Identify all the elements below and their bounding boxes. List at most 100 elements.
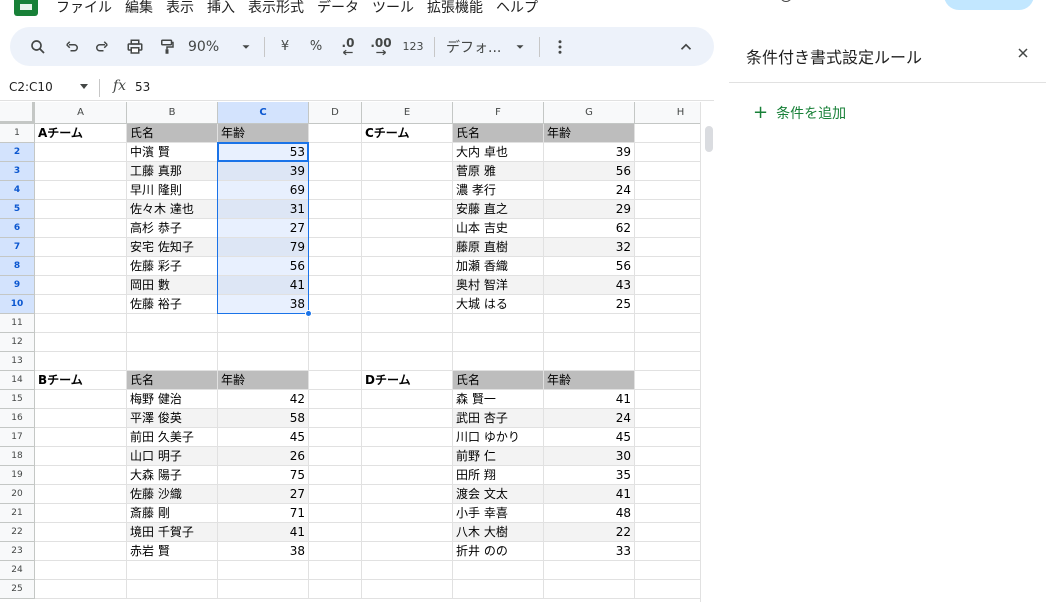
- empty-cell[interactable]: [218, 561, 309, 580]
- empty-cell[interactable]: [309, 447, 362, 466]
- empty-cell[interactable]: [35, 447, 127, 466]
- decrease-decimal-button[interactable]: .0: [335, 27, 361, 66]
- empty-cell[interactable]: [635, 504, 700, 523]
- percent-format-button[interactable]: %: [305, 27, 327, 66]
- empty-cell[interactable]: [309, 542, 362, 561]
- name-cell[interactable]: 佐藤 裕子: [127, 295, 218, 314]
- name-cell[interactable]: 佐藤 彩子: [127, 257, 218, 276]
- age-cell[interactable]: 56: [544, 162, 635, 181]
- empty-cell[interactable]: [309, 276, 362, 295]
- name-cell[interactable]: 平澤 俊英: [127, 409, 218, 428]
- empty-cell[interactable]: [35, 466, 127, 485]
- column-header-h[interactable]: H: [635, 102, 700, 124]
- name-box-caret-icon[interactable]: [80, 84, 88, 89]
- empty-cell[interactable]: [635, 447, 700, 466]
- age-cell[interactable]: 41: [218, 276, 309, 295]
- empty-cell[interactable]: [309, 371, 362, 390]
- empty-cell[interactable]: [635, 276, 700, 295]
- empty-cell[interactable]: [35, 542, 127, 561]
- empty-cell[interactable]: [635, 580, 700, 599]
- empty-cell[interactable]: [635, 390, 700, 409]
- empty-cell[interactable]: [309, 124, 362, 143]
- row-header-8[interactable]: 8: [0, 257, 35, 276]
- empty-cell[interactable]: [362, 295, 453, 314]
- empty-cell[interactable]: [35, 276, 127, 295]
- age-header-cell[interactable]: 年齢: [544, 371, 635, 390]
- age-cell[interactable]: 38: [218, 295, 309, 314]
- name-cell[interactable]: 折井 のの: [453, 542, 544, 561]
- empty-cell[interactable]: [35, 428, 127, 447]
- empty-cell[interactable]: [635, 523, 700, 542]
- empty-cell[interactable]: [453, 314, 544, 333]
- more-formats-button[interactable]: 123: [400, 27, 426, 66]
- team-label-cell[interactable]: Dチーム: [362, 371, 453, 390]
- name-cell[interactable]: 奥村 智洋: [453, 276, 544, 295]
- empty-cell[interactable]: [309, 257, 362, 276]
- empty-cell[interactable]: [309, 409, 362, 428]
- empty-cell[interactable]: [362, 504, 453, 523]
- paint-format-button[interactable]: [155, 27, 179, 66]
- empty-cell[interactable]: [635, 162, 700, 181]
- name-cell[interactable]: 工藤 真那: [127, 162, 218, 181]
- redo-button[interactable]: [90, 27, 114, 66]
- empty-cell[interactable]: [309, 314, 362, 333]
- row-header-13[interactable]: 13: [0, 352, 35, 371]
- empty-cell[interactable]: [127, 352, 218, 371]
- menu-insert[interactable]: 挿入: [207, 0, 235, 20]
- age-cell[interactable]: 26: [218, 447, 309, 466]
- empty-cell[interactable]: [218, 580, 309, 599]
- empty-cell[interactable]: [362, 428, 453, 447]
- empty-cell[interactable]: [453, 580, 544, 599]
- empty-cell[interactable]: [309, 238, 362, 257]
- row-header-25[interactable]: 25: [0, 580, 35, 599]
- empty-cell[interactable]: [635, 124, 700, 143]
- menu-edit[interactable]: 編集: [125, 0, 153, 20]
- empty-cell[interactable]: [35, 390, 127, 409]
- empty-cell[interactable]: [35, 314, 127, 333]
- name-cell[interactable]: 武田 杏子: [453, 409, 544, 428]
- empty-cell[interactable]: [309, 580, 362, 599]
- empty-cell[interactable]: [362, 542, 453, 561]
- column-header-f[interactable]: F: [453, 102, 544, 124]
- row-header-15[interactable]: 15: [0, 390, 35, 409]
- row-header-11[interactable]: 11: [0, 314, 35, 333]
- empty-cell[interactable]: [309, 523, 362, 542]
- name-header-cell[interactable]: 氏名: [453, 124, 544, 143]
- empty-cell[interactable]: [35, 409, 127, 428]
- empty-cell[interactable]: [635, 561, 700, 580]
- name-cell[interactable]: 赤岩 賢: [127, 542, 218, 561]
- empty-cell[interactable]: [635, 314, 700, 333]
- row-header-12[interactable]: 12: [0, 333, 35, 352]
- empty-cell[interactable]: [635, 542, 700, 561]
- undo-button[interactable]: [60, 27, 84, 66]
- name-cell[interactable]: 山本 吉史: [453, 219, 544, 238]
- age-cell[interactable]: 25: [544, 295, 635, 314]
- more-options-button[interactable]: [550, 27, 570, 66]
- zoom-select[interactable]: 90%: [188, 27, 228, 66]
- name-cell[interactable]: 早川 隆則: [127, 181, 218, 200]
- age-cell[interactable]: 33: [544, 542, 635, 561]
- empty-cell[interactable]: [309, 504, 362, 523]
- name-cell[interactable]: 岡田 數: [127, 276, 218, 295]
- name-cell[interactable]: 梅野 健治: [127, 390, 218, 409]
- empty-cell[interactable]: [362, 523, 453, 542]
- empty-cell[interactable]: [362, 162, 453, 181]
- empty-cell[interactable]: [635, 409, 700, 428]
- menu-file[interactable]: ファイル: [56, 0, 112, 20]
- empty-cell[interactable]: [35, 143, 127, 162]
- empty-cell[interactable]: [309, 295, 362, 314]
- vertical-scrollbar[interactable]: [700, 102, 714, 602]
- empty-cell[interactable]: [35, 295, 127, 314]
- name-cell[interactable]: 濃 孝行: [453, 181, 544, 200]
- empty-cell[interactable]: [362, 181, 453, 200]
- name-cell[interactable]: 佐藤 沙織: [127, 485, 218, 504]
- row-header-5[interactable]: 5: [0, 200, 35, 219]
- age-cell[interactable]: 71: [218, 504, 309, 523]
- empty-cell[interactable]: [362, 466, 453, 485]
- age-cell[interactable]: 53: [218, 143, 309, 162]
- currency-format-button[interactable]: ¥: [274, 27, 296, 66]
- age-cell[interactable]: 29: [544, 200, 635, 219]
- empty-cell[interactable]: [362, 333, 453, 352]
- age-cell[interactable]: 30: [544, 447, 635, 466]
- name-header-cell[interactable]: 氏名: [127, 124, 218, 143]
